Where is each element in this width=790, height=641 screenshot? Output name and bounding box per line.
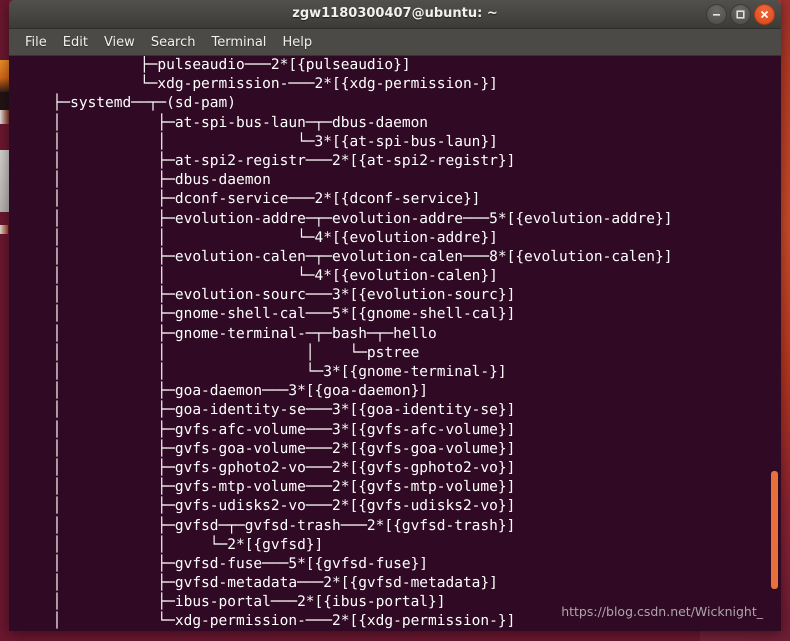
terminal-window: zgw1180300407@ubuntu: ~ File Edit View S… <box>9 0 781 631</box>
terminal-line: │ ├─at-spi2-registr───2*[{at-spi2-regist… <box>9 152 516 169</box>
terminal-line: └─xdg-permission-───2*[{xdg-permission-}… <box>9 76 498 93</box>
terminal-line: ├─systemd──┬─(sd-pam) <box>9 95 236 112</box>
maximize-button[interactable] <box>730 4 751 25</box>
menu-item-view[interactable]: View <box>96 32 143 53</box>
minimize-icon <box>713 14 720 16</box>
terminal-line: │ │ └─3*[{gnome-terminal-}] <box>9 364 507 380</box>
titlebar[interactable]: zgw1180300407@ubuntu: ~ <box>9 0 781 29</box>
terminal-line: │ ├─evolution-calen─┬─evolution-calen───… <box>9 248 673 265</box>
desktop-icon-partial[interactable] <box>0 92 9 110</box>
close-button[interactable] <box>754 4 775 25</box>
window-title: zgw1180300407@ubuntu: ~ <box>292 6 498 21</box>
terminal-output: ├─pulseaudio───2*[{pulseaudio}] └─xdg-pe… <box>9 56 767 631</box>
desktop-launcher-icon-partial[interactable] <box>0 60 9 92</box>
terminal-line: │ │ └─4*[{evolution-addre}] <box>9 229 498 246</box>
terminal-line: │ ├─evolution-addre─┬─evolution-addre───… <box>9 210 673 227</box>
menu-item-help[interactable]: Help <box>274 32 320 53</box>
menu-item-file[interactable]: File <box>17 32 55 53</box>
terminal-line: │ ├─goa-identity-se───3*[{goa-identity-s… <box>9 402 516 419</box>
maximize-icon <box>736 10 745 19</box>
close-icon <box>761 11 768 18</box>
menu-item-search[interactable]: Search <box>143 32 204 53</box>
terminal-scrollbar-thumb[interactable] <box>771 471 778 589</box>
terminal-line: │ ├─gnome-terminal-─┬─bash─┬─hello <box>9 325 437 342</box>
terminal-line: │ ├─at-spi-bus-laun─┬─dbus-daemon <box>9 114 429 131</box>
terminal-line: │ └─xdg-permission-───2*[{xdg-permission… <box>9 613 516 630</box>
terminal-line: │ ├─gvfsd-fuse───5*[{gvfsd-fuse}] <box>9 555 429 572</box>
terminal-line: │ ├─dconf-service───2*[{dconf-service}] <box>9 191 481 208</box>
terminal-line: │ ├─dbus-daemon <box>9 172 271 189</box>
menubar: File Edit View Search Terminal Help <box>9 29 781 56</box>
terminal-line: │ │ └─4*[{evolution-calen}] <box>9 268 498 285</box>
terminal-line: ├─pulseaudio───2*[{pulseaudio}] <box>9 57 411 73</box>
terminal-line: │ ├─gnome-shell-cal───5*[{gnome-shell-ca… <box>9 306 516 323</box>
terminal-line: │ ├─ibus-portal───2*[{ibus-portal}] <box>9 594 446 611</box>
terminal-line: │ ├─goa-daemon───3*[{goa-daemon}] <box>9 383 429 400</box>
menu-item-terminal[interactable]: Terminal <box>203 32 274 53</box>
terminal-line: │ ├─gvfs-afc-volume───3*[{gvfs-afc-volum… <box>9 421 516 438</box>
menu-item-edit[interactable]: Edit <box>55 32 96 53</box>
terminal-body[interactable]: ├─pulseaudio───2*[{pulseaudio}] └─xdg-pe… <box>9 56 781 631</box>
terminal-line: │ │ └─3*[{at-spi-bus-laun}] <box>9 133 498 150</box>
terminal-line: │ │ │ └─pstree <box>9 344 420 361</box>
terminal-line: │ ├─gvfs-udisks2-vo───2*[{gvfs-udisks2-v… <box>9 498 516 515</box>
terminal-line: │ ├─gvfs-gphoto2-vo───2*[{gvfs-gphoto2-v… <box>9 459 516 476</box>
terminal-line: │ ├─gvfsd─┬─gvfsd-trash───2*[{gvfsd-tras… <box>9 517 516 534</box>
terminal-line: │ ├─gvfs-goa-volume───2*[{gvfs-goa-volum… <box>9 440 516 457</box>
terminal-line: │ │ └─2*[{gvfsd}] <box>9 536 324 553</box>
window-controls <box>706 4 775 25</box>
terminal-line: │ ├─gvfs-mtp-volume───2*[{gvfs-mtp-volum… <box>9 479 516 496</box>
terminal-line: │ ├─gvfsd-metadata───2*[{gvfsd-metadata}… <box>9 575 498 592</box>
desktop-label-partial <box>0 110 9 124</box>
minimize-button[interactable] <box>706 4 727 25</box>
terminal-line: │ ├─evolution-sourc───3*[{evolution-sour… <box>9 287 516 304</box>
terminal-scrollbar[interactable] <box>767 56 781 631</box>
desktop-icon-partial-2[interactable] <box>0 225 8 234</box>
